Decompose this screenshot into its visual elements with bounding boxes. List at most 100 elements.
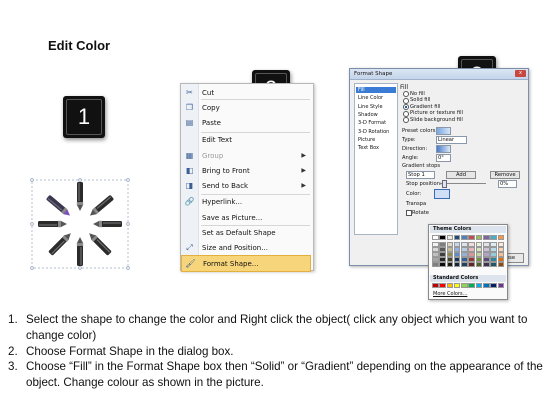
stop-dropdown[interactable]: Stop 1 [406, 171, 435, 179]
fill-option-radio[interactable] [403, 104, 409, 111]
color-swatch[interactable] [439, 235, 446, 240]
color-swatch[interactable] [446, 235, 454, 240]
color-swatch[interactable] [446, 262, 454, 267]
more-colors-link[interactable]: More Colors... [433, 291, 467, 297]
fill-option-label: Slide background fill [410, 116, 463, 123]
fill-option-radio[interactable] [403, 97, 409, 104]
pen-shape[interactable] [88, 195, 114, 219]
pen-shape[interactable] [48, 231, 73, 256]
preset-colors-dropdown[interactable] [436, 127, 451, 135]
angle-field[interactable]: 0° [436, 154, 451, 162]
section-heading: Fill [400, 84, 409, 91]
menu-item-edit-text[interactable]: Edit Text [181, 132, 311, 147]
type-label: Type: [402, 137, 416, 143]
category-3-d-format[interactable]: 3-D Format [358, 120, 386, 126]
color-swatch[interactable] [468, 283, 475, 288]
menu-item-format-shape[interactable]: 🖌 Format Shape... [181, 255, 311, 272]
menu-item-label: Format Shape... [203, 259, 259, 268]
color-swatch[interactable] [475, 262, 483, 267]
menu-item-label: Hyperlink... [202, 197, 243, 206]
pen-shape[interactable] [76, 237, 84, 266]
slider-thumb[interactable] [442, 180, 447, 188]
dialog-title: Format Shape [354, 71, 393, 77]
scissors-icon: ✂ [186, 88, 193, 97]
rotate-label: Rotate [412, 210, 429, 216]
color-swatch[interactable] [468, 235, 475, 240]
menu-item-set-as-default-shape[interactable]: Set as Default Shape [181, 225, 311, 240]
color-swatch[interactable] [432, 283, 439, 288]
preset-label: Preset colors: [402, 128, 438, 134]
type-dropdown[interactable]: Linear [436, 136, 467, 144]
stop-position-field[interactable]: 0% [498, 180, 517, 188]
fill-option-radio[interactable] [403, 110, 409, 117]
color-swatch[interactable] [475, 235, 483, 240]
color-swatch[interactable] [483, 283, 490, 288]
color-swatch[interactable] [432, 262, 439, 267]
fill-option-radio[interactable] [403, 117, 409, 124]
fill-option-radio[interactable] [403, 91, 409, 97]
category-3-d-rotation[interactable]: 3-D Rotation [358, 129, 389, 135]
step-number: 3. [8, 360, 18, 374]
remove-stop-button[interactable]: Remove [490, 171, 520, 179]
fill-option-label: Gradient fill [410, 103, 441, 110]
category-shadow[interactable]: Shadow [358, 112, 378, 118]
direction-label: Direction: [402, 146, 428, 152]
color-swatch[interactable] [483, 262, 490, 267]
color-swatch[interactable] [497, 235, 505, 240]
color-swatch[interactable] [461, 283, 468, 288]
pen-shape[interactable] [38, 220, 67, 228]
submenu-arrow-icon: ▶ [301, 182, 306, 189]
menu-item-size-and-position[interactable]: ⤢ Size and Position... [181, 240, 311, 255]
menu-item-label: Paste [202, 118, 221, 127]
color-swatch[interactable] [490, 283, 497, 288]
color-swatch[interactable] [497, 283, 505, 288]
instruction-step-3: 3. Choose “Fill” in the Format Shape box… [8, 359, 553, 391]
color-swatch[interactable] [446, 283, 454, 288]
menu-item-send-to-back[interactable]: ◨ Send to Back ▶ [181, 178, 311, 193]
step-number: 2. [8, 344, 18, 358]
add-stop-button[interactable]: Add [446, 171, 476, 179]
category-text-box[interactable]: Text Box [358, 145, 379, 151]
type-value: Linear [438, 137, 455, 143]
menu-item-paste[interactable]: ▤ Paste [181, 115, 311, 130]
color-swatch[interactable] [439, 262, 446, 267]
category-line-color[interactable]: Line Color [358, 95, 383, 101]
pen-shape[interactable] [87, 231, 112, 256]
menu-item-save-as-picture[interactable]: Save as Picture... [181, 210, 311, 225]
category-line-style[interactable]: Line Style [358, 104, 383, 110]
menu-item-hyperlink[interactable]: 🔗 Hyperlink... [181, 194, 311, 209]
pen-wheel-shape[interactable] [30, 178, 130, 270]
pen-shape[interactable] [46, 195, 72, 219]
gradient-stops-label: Gradient stops [402, 163, 441, 169]
theme-colors-shades [432, 242, 505, 267]
color-swatch[interactable] [490, 235, 497, 240]
stop-value: Stop 1 [408, 172, 425, 178]
close-icon[interactable]: x [515, 70, 526, 77]
category-fill[interactable]: Fill [356, 87, 396, 93]
step-number: 1. [8, 313, 18, 326]
color-swatch[interactable] [483, 235, 490, 240]
instruction-step-2: 2. Choose Format Shape in the dialog box… [8, 344, 553, 360]
pen-shape[interactable] [76, 182, 84, 211]
color-swatch[interactable] [490, 262, 497, 267]
color-swatch[interactable] [453, 235, 461, 240]
direction-dropdown[interactable] [436, 145, 451, 153]
pen-shape[interactable] [93, 220, 122, 228]
color-swatch[interactable] [461, 235, 468, 240]
color-swatch[interactable] [497, 262, 505, 267]
color-picker-button[interactable] [434, 189, 450, 199]
step-text: Select the shape to change the color and… [26, 313, 528, 342]
group-icon: ▦ [185, 151, 194, 160]
menu-item-bring-to-front[interactable]: ◧ Bring to Front ▶ [181, 163, 311, 178]
category-picture[interactable]: Picture [358, 137, 375, 143]
color-swatch[interactable] [453, 283, 461, 288]
color-swatch[interactable] [432, 235, 439, 240]
color-swatch[interactable] [439, 283, 446, 288]
color-swatch[interactable] [461, 262, 468, 267]
color-swatch[interactable] [453, 262, 461, 267]
color-swatch[interactable] [475, 283, 483, 288]
color-swatch[interactable] [468, 262, 475, 267]
menu-item-copy[interactable]: ❐ Copy [181, 100, 311, 115]
menu-item-cut[interactable]: ✂ Cut [181, 85, 311, 100]
color-palette-popup: Theme Colors Standard Colors More Colors… [428, 224, 508, 300]
